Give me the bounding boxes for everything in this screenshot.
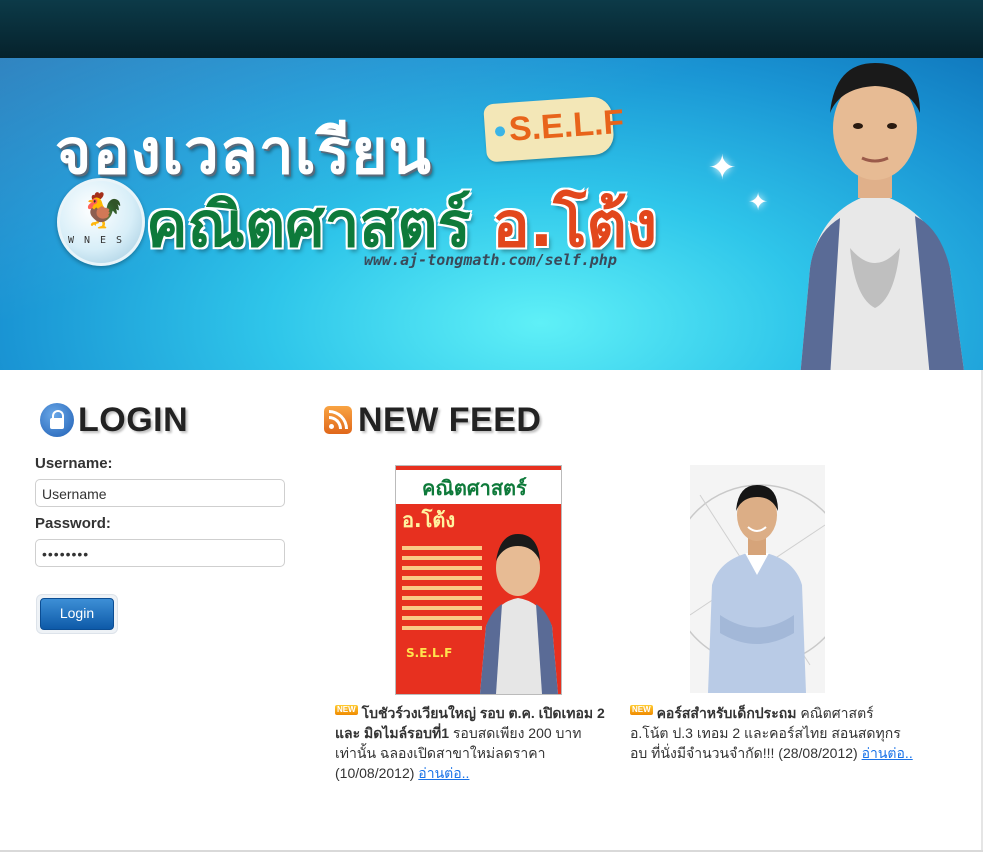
lock-body xyxy=(50,418,64,429)
cover-title: คณิตศาสตร์ xyxy=(422,476,527,500)
self-tag-label: S.E.L.F xyxy=(507,102,626,149)
cover-teacher-photo xyxy=(480,534,558,694)
feed-item-1-image[interactable]: คณิตศาสตร์ อ.โต้ง S.E.L.F xyxy=(395,465,562,695)
teacher-photo xyxy=(800,63,964,370)
feed-heading: NEW FEED xyxy=(324,400,541,440)
password-label: Password: xyxy=(35,515,111,532)
tag-hole xyxy=(494,126,506,137)
new-badge: NEW xyxy=(630,705,653,715)
header-banner: จองเวลาเรียน S.E.L.F 🐓 WNES คณิตศาสตร์ อ… xyxy=(0,58,983,370)
feed-item-1-read-more-link[interactable]: อ่านต่อ.. xyxy=(418,765,469,781)
feed-item-1-text: NEW โบชัวร์วงเวียนใหญ่ รอบ ต.ค. เปิดเทอม… xyxy=(335,703,620,783)
self-tag: S.E.L.F xyxy=(483,95,625,163)
feed-item-2-image[interactable] xyxy=(690,465,825,693)
weathervane-logo: 🐓 WNES xyxy=(57,178,145,266)
lock-icon xyxy=(40,403,74,437)
rss-dot xyxy=(329,424,334,429)
cover-title-bar: คณิตศาสตร์ xyxy=(396,470,561,504)
rss-icon xyxy=(324,406,352,434)
cover-text-lines xyxy=(402,546,482,636)
sparkle-icon: ✦ xyxy=(708,148,737,188)
feed-item-2-read-more-link[interactable]: อ่านต่อ.. xyxy=(862,745,913,761)
login-button-frame: Login xyxy=(36,594,118,634)
login-title: LOGIN xyxy=(78,400,189,439)
feed-item-2-text: NEW คอร์สสำหรับเด็กประถม คณิตศาสตร์ อ.โน… xyxy=(630,703,915,763)
cover-self: S.E.L.F xyxy=(406,646,453,660)
feed-title: NEW FEED xyxy=(358,400,542,439)
feed-item-2-title[interactable]: คอร์สสำหรับเด็กประถม xyxy=(657,705,797,721)
username-label: Username: xyxy=(35,455,113,472)
compass-icon: WNES xyxy=(68,235,133,246)
password-input[interactable]: •••••••• xyxy=(35,539,285,567)
new-badge: NEW xyxy=(335,705,358,715)
teacher-note-photo xyxy=(690,484,825,693)
rooster-icon: 🐓 xyxy=(82,191,125,231)
top-bar xyxy=(0,0,983,58)
username-input[interactable]: Username xyxy=(35,479,285,507)
login-button[interactable]: Login xyxy=(40,598,114,630)
login-heading: LOGIN xyxy=(40,400,188,440)
sparkle-icon: ✦ xyxy=(748,188,769,216)
banner-url: www.aj-tongmath.com/self.php xyxy=(364,251,617,269)
cover-subtitle: อ.โต้ง xyxy=(402,508,456,532)
